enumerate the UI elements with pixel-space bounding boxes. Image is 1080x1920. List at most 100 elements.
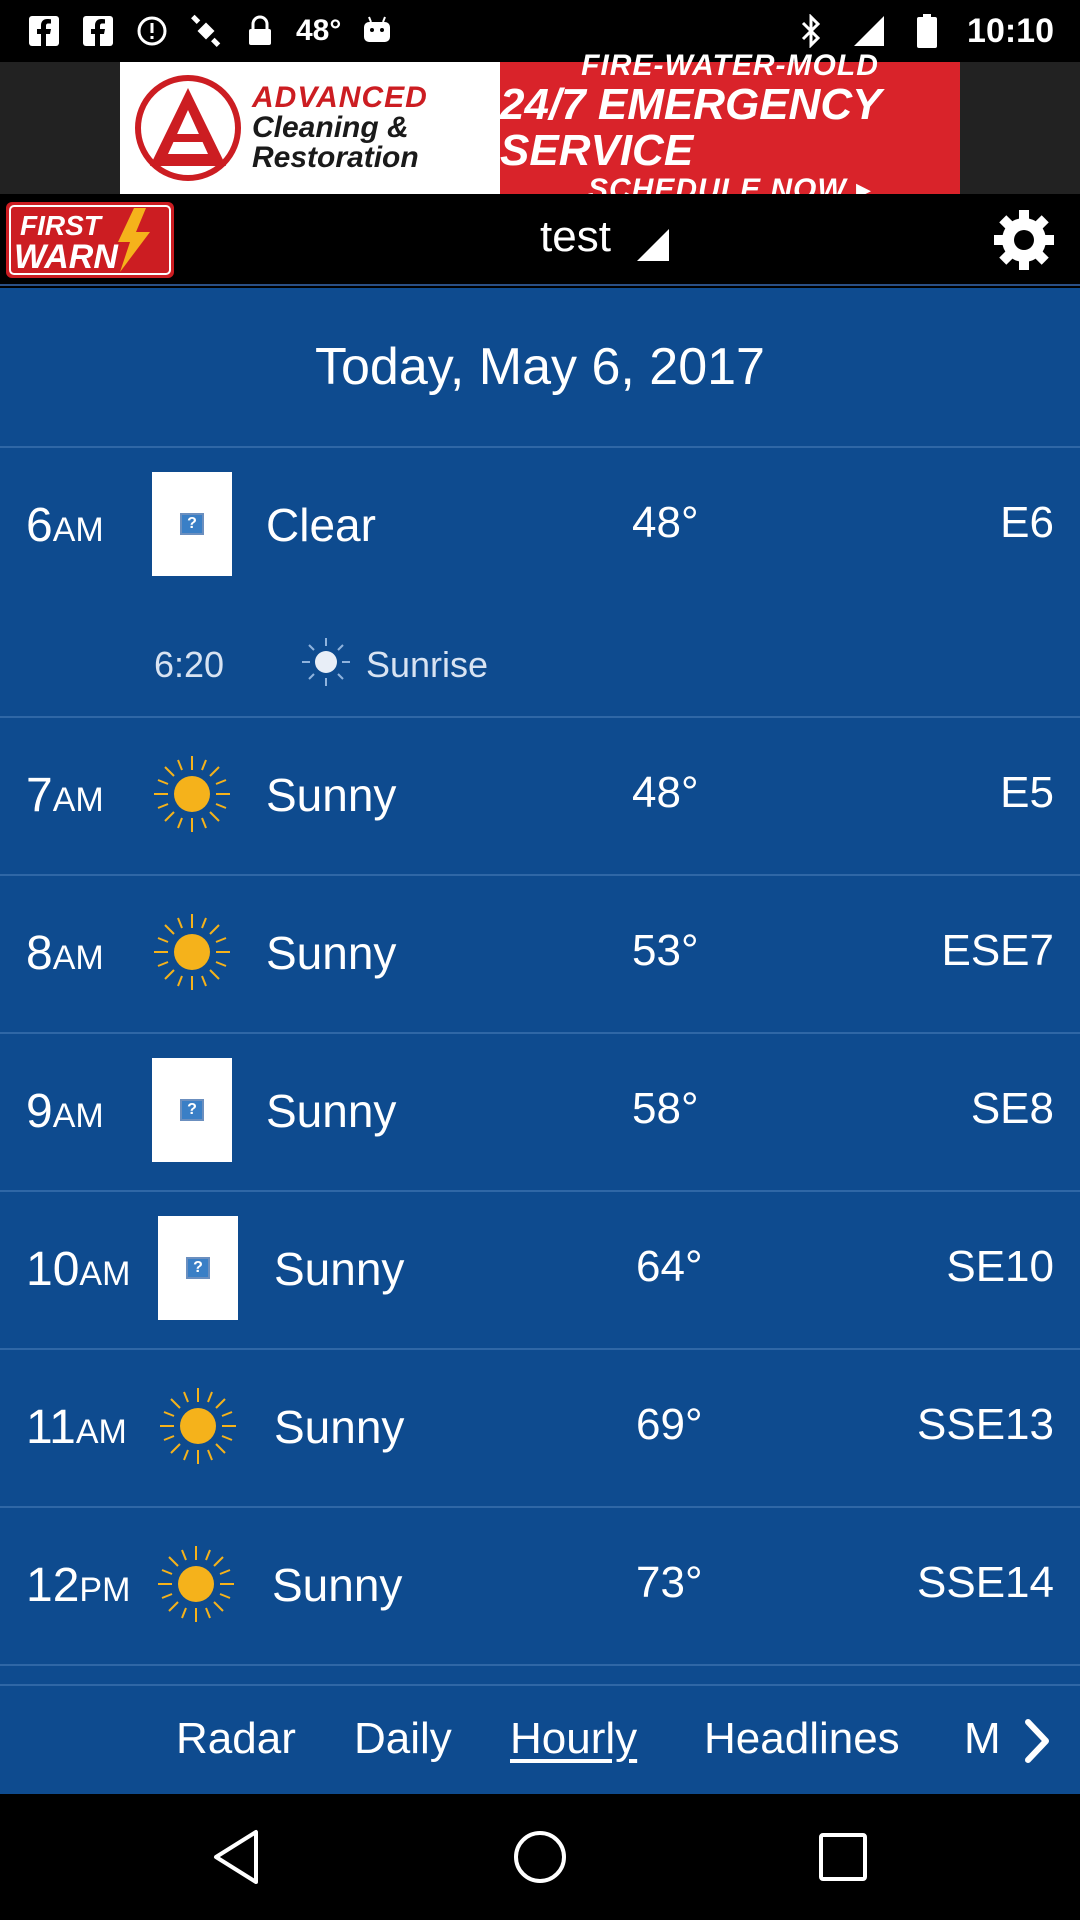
hour-number: 10 (26, 1243, 80, 1296)
wind-value: SE8 (970, 1084, 1054, 1133)
hour-label: 6AM (26, 498, 104, 553)
hourly-forecast[interactable]: Today, May 6, 2017 6AM ? Clear 48° E6 6:… (0, 288, 1080, 1684)
app-header: FIRST WARN test (0, 194, 1080, 286)
placeholder-icon: ? (158, 1216, 238, 1320)
condition-label: Sunny (266, 927, 397, 979)
temperature-value: 69° (636, 1400, 703, 1449)
ad-line2: 24/7 EMERGENCY SERVICE (500, 79, 881, 175)
ad-brand-line2: Cleaning & (252, 111, 409, 144)
android-icon (359, 13, 395, 49)
wind-value: E5 (1000, 768, 1054, 817)
ad-logo-icon (135, 75, 241, 181)
hour-period: AM (52, 1097, 104, 1135)
temperature-value: 64° (636, 1242, 703, 1291)
sun-icon (158, 1374, 238, 1478)
hour-label: 10AM (26, 1242, 130, 1297)
wind-value: E6 (1000, 498, 1054, 547)
wind-value: SE10 (946, 1242, 1054, 1291)
status-bar: 48° 10:10 (0, 0, 1080, 62)
tab-headlines[interactable]: Headlines (704, 1714, 900, 1764)
hour-period: AM (75, 1413, 127, 1451)
battery-icon (909, 13, 945, 49)
temperature-value: 48° (632, 768, 699, 817)
location-name: test (540, 212, 611, 261)
system-nav-bar (0, 1794, 1080, 1920)
advertisement[interactable]: ADVANCED Cleaning & Restoration FIRE-WAT… (120, 50, 960, 205)
sun-icon (152, 900, 232, 1004)
status-bar-notifications: 48° (0, 13, 395, 49)
lock-icon (242, 13, 278, 49)
placeholder-icon: ? (152, 472, 232, 576)
location-selector[interactable]: test (540, 212, 669, 262)
recent-apps-icon[interactable] (810, 1824, 876, 1890)
wind-value: SSE14 (917, 1558, 1054, 1607)
hour-label: 8AM (26, 926, 104, 981)
tab-radar[interactable]: Radar (176, 1714, 296, 1764)
hour-row-10am[interactable]: 10AM ? Sunny 64° SE10 (0, 1192, 1080, 1350)
dropdown-caret-icon (636, 229, 669, 261)
sun-icon (156, 1532, 236, 1636)
sunrise-icon (302, 638, 350, 686)
sun-icon (152, 742, 232, 846)
facebook-icon (26, 13, 62, 49)
hour-row-7am[interactable]: 7AM Sunny 48° E5 (0, 718, 1080, 876)
temperature-value: 48° (632, 498, 699, 547)
temperature-value: 53° (632, 926, 699, 975)
alert-icon (134, 13, 170, 49)
chevron-right-icon[interactable] (1016, 1716, 1060, 1766)
bluetooth-icon (793, 13, 829, 49)
home-icon[interactable] (507, 1824, 573, 1890)
hour-number: 9 (26, 1085, 53, 1138)
placeholder-icon: ? (152, 1058, 232, 1162)
hour-number: 7 (26, 769, 53, 822)
hour-row-9am[interactable]: 9AM ? Sunny 58° SE8 (0, 1034, 1080, 1192)
forecast-date: Today, May 6, 2017 (0, 288, 1080, 448)
ad-banner[interactable]: ADVANCED Cleaning & Restoration FIRE-WAT… (0, 50, 1080, 205)
condition-label: Sunny (274, 1243, 405, 1295)
gps-icon (188, 13, 224, 49)
tab-hourly[interactable]: Hourly (510, 1714, 637, 1764)
wind-value: SSE13 (917, 1400, 1054, 1449)
status-time: 10:10 (967, 11, 1054, 50)
facebook-icon (80, 13, 116, 49)
ad-line1: FIRE-WATER-MOLD (581, 49, 879, 83)
condition-label: Clear (266, 499, 376, 551)
temperature-value: 73° (636, 1558, 703, 1607)
condition-label: Sunny (266, 1085, 397, 1137)
back-icon[interactable] (204, 1824, 270, 1890)
hour-row-12pm[interactable]: 12PM Sunny 73° SSE14 (0, 1508, 1080, 1666)
signal-icon (851, 13, 887, 49)
logo-line1: FIRST (20, 210, 104, 241)
status-bar-system: 10:10 (793, 12, 1080, 51)
ad-brand-line3: Restoration (252, 141, 419, 174)
hour-number: 12 (26, 1559, 80, 1612)
logo-line2: WARN (14, 238, 119, 276)
hour-row-8am[interactable]: 8AM Sunny 53° ESE7 (0, 876, 1080, 1034)
condition-label: Sunny (274, 1401, 405, 1453)
hour-period: PM (79, 1571, 131, 1609)
sunrise-label: Sunrise (366, 644, 489, 685)
ad-brand-panel: ADVANCED Cleaning & Restoration (120, 62, 500, 194)
settings-gear-icon[interactable] (990, 206, 1058, 274)
ad-message-panel: FIRE-WATER-MOLD 24/7 EMERGENCY SERVICE S… (500, 50, 960, 205)
bottom-tab-bar: Radar Daily Hourly Headlines M (0, 1684, 1080, 1794)
hour-label: 7AM (26, 768, 104, 823)
status-temperature: 48° (296, 14, 342, 47)
first-warn-logo[interactable]: FIRST WARN (6, 202, 174, 278)
tab-daily[interactable]: Daily (354, 1714, 452, 1764)
condition-label: Sunny (266, 769, 397, 821)
hour-label: 12PM (26, 1558, 130, 1613)
hour-row-11am[interactable]: 11AM Sunny 69° SSE13 (0, 1350, 1080, 1508)
ad-brand-line1: ADVANCED (252, 81, 428, 114)
tab-more[interactable]: M (964, 1714, 1001, 1764)
hour-period: AM (52, 781, 104, 819)
hour-label: 11AM (26, 1400, 127, 1455)
hour-label: 9AM (26, 1084, 104, 1139)
condition-label: Sunny (272, 1559, 403, 1611)
sunrise-time: 6:20 (154, 644, 225, 685)
hour-number: 6 (26, 499, 53, 552)
hour-period: AM (52, 939, 104, 977)
hour-row-6am[interactable]: 6AM ? Clear 48° E6 6:20 Sunrise (0, 448, 1080, 718)
hour-number: 11 (26, 1401, 76, 1454)
hour-number: 8 (26, 927, 53, 980)
